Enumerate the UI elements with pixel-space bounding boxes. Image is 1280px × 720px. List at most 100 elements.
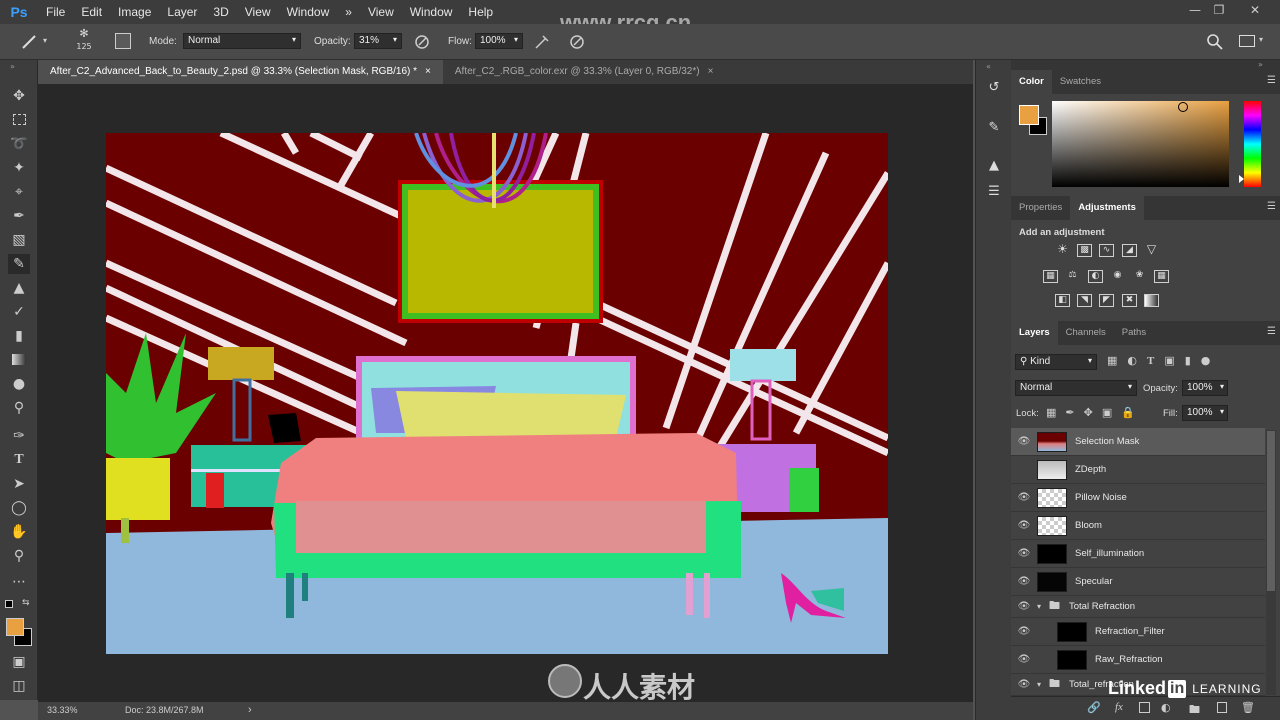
layer-style-icon[interactable]: fx [1115, 701, 1123, 713]
menu-edit[interactable]: Edit [73, 5, 110, 19]
layer-row-self-illumination[interactable]: 👁 Self_illumination [1011, 540, 1265, 568]
menu-3d[interactable]: 3D [205, 5, 236, 19]
tab-adjustments[interactable]: Adjustments [1070, 196, 1144, 220]
eraser-icon[interactable]: ▮ [8, 326, 30, 346]
layer-row-specular[interactable]: 👁 Specular [1011, 568, 1265, 596]
menu-help[interactable]: Help [460, 5, 501, 19]
hue-slider-handle[interactable] [1239, 175, 1244, 183]
chevron-down-icon[interactable]: ▾ [1259, 35, 1263, 44]
move-tool-icon[interactable]: ✥ [8, 86, 30, 106]
close-icon[interactable]: ✕ [1246, 3, 1264, 21]
menu-overflow[interactable]: » [337, 5, 360, 19]
hue-saturation-icon[interactable]: ▦ [1043, 270, 1058, 283]
menu-file[interactable]: File [38, 5, 73, 19]
chevron-down-icon[interactable]: ▾ [1037, 680, 1049, 689]
panel-menu-icon[interactable]: ☰ [1267, 326, 1276, 337]
layer-filter-icons[interactable]: ▦◐T▣▮● [1107, 354, 1220, 367]
zoom-level[interactable]: 33.33% [47, 705, 78, 715]
path-selection-icon[interactable]: ➤ [8, 474, 30, 494]
blend-mode-select[interactable]: Normal ▾ [1015, 380, 1137, 396]
menu-image[interactable]: Image [110, 5, 159, 19]
tab-paths[interactable]: Paths [1114, 321, 1154, 345]
close-icon[interactable]: × [425, 60, 431, 84]
brush-tool-icon[interactable]: ✎ [8, 254, 30, 274]
default-colors-icon[interactable] [5, 600, 13, 608]
layer-row-zdepth[interactable]: ZDepth [1011, 456, 1265, 484]
marquee-tool-icon[interactable] [8, 110, 30, 130]
tab-properties[interactable]: Properties [1011, 196, 1070, 220]
tab-second-document[interactable]: After_C2_.RGB_color.exr @ 33.3% (Layer 0… [443, 60, 726, 84]
gradient-tool-icon[interactable] [8, 350, 30, 370]
crop-tool-icon[interactable]: ⌖ [8, 182, 30, 202]
restore-icon[interactable]: ❐ [1210, 3, 1228, 21]
levels-icon[interactable]: ▩ [1077, 244, 1092, 257]
invert-icon[interactable]: ◧ [1055, 294, 1070, 307]
eyedropper-icon[interactable]: ✒ [8, 206, 30, 226]
clone-stamp-icon[interactable]: ▲ [8, 278, 30, 298]
brush-preset-icon[interactable]: ✻ [74, 27, 94, 41]
pressure-size-icon[interactable] [568, 33, 586, 51]
quick-mask-icon[interactable]: ▣ [8, 652, 30, 672]
fill-field[interactable]: 100% ▾ [1182, 405, 1228, 421]
opacity-field[interactable]: 31% ▾ [354, 33, 402, 49]
add-mask-icon[interactable] [1139, 702, 1150, 713]
brush-panel-icon[interactable] [115, 33, 131, 49]
lasso-tool-icon[interactable]: ➰ [8, 134, 30, 154]
swap-colors-icon[interactable]: ⇆ [22, 598, 30, 608]
airbrush-icon[interactable] [533, 33, 551, 51]
eye-icon[interactable]: 👁 [1011, 601, 1037, 612]
posterize-icon[interactable]: ◥ [1077, 294, 1092, 307]
chevron-down-icon[interactable]: ▾ [43, 36, 47, 45]
flow-field[interactable]: 100% ▾ [475, 33, 523, 49]
lock-icons[interactable]: ▦✒✥▣🔒 [1046, 406, 1144, 419]
vibrance-icon[interactable]: ▽ [1144, 243, 1159, 257]
color-lookup-icon[interactable]: ▦ [1154, 270, 1169, 283]
ellipse-tool-icon[interactable]: ◯ [8, 498, 30, 518]
status-menu-arrow[interactable]: › [248, 704, 252, 716]
link-layers-icon[interactable]: 🔗 [1087, 701, 1101, 714]
layer-row-pillow-noise[interactable]: 👁 Pillow Noise [1011, 484, 1265, 512]
eye-icon[interactable]: 👁 [1011, 492, 1037, 503]
new-group-icon[interactable]: 🖿 [1189, 701, 1200, 720]
brush-settings-icon[interactable]: ✎ [984, 120, 1004, 140]
threshold-icon[interactable]: ◤ [1099, 294, 1114, 307]
tab-swatches[interactable]: Swatches [1052, 70, 1109, 94]
search-icon[interactable] [1206, 33, 1224, 51]
exposure-icon[interactable]: ◢ [1122, 244, 1137, 257]
layer-filter-select[interactable]: ⚲ Kind ▾ [1015, 354, 1097, 370]
canvas-area[interactable]: 人人素材 [38, 84, 973, 704]
layer-row-refraction-filter[interactable]: 👁 Refraction_Filter [1011, 618, 1265, 646]
zoom-tool-icon[interactable]: ⚲ [8, 546, 30, 566]
layers-scrollbar[interactable] [1266, 430, 1276, 695]
layer-row-selection-mask[interactable]: 👁 Selection Mask [1011, 428, 1265, 456]
close-icon[interactable]: × [708, 60, 714, 84]
history-brush-icon[interactable]: ✓ [8, 302, 30, 322]
eye-icon[interactable]: 👁 [1011, 436, 1037, 447]
new-layer-icon[interactable] [1217, 702, 1227, 713]
magic-wand-icon[interactable]: ✦ [8, 158, 30, 178]
tab-layers[interactable]: Layers [1011, 321, 1058, 345]
black-white-icon[interactable]: ◐ [1088, 270, 1103, 283]
dodge-tool-icon[interactable]: ⚲ [8, 398, 30, 418]
tab-active-document[interactable]: After_C2_Advanced_Back_to_Beauty_2.psd @… [38, 60, 443, 84]
layer-row-raw-refraction[interactable]: 👁 Raw_Refraction [1011, 646, 1265, 674]
collapse-icon[interactable]: « [986, 62, 991, 71]
eye-icon[interactable]: 👁 [1011, 654, 1037, 665]
panel-menu-icon[interactable]: ☰ [1267, 75, 1276, 86]
scrollbar-thumb[interactable] [1267, 431, 1275, 591]
foreground-color-swatch[interactable] [6, 618, 24, 636]
eye-icon[interactable]: 👁 [1011, 626, 1037, 637]
document-canvas[interactable] [106, 133, 888, 654]
tab-channels[interactable]: Channels [1058, 321, 1114, 345]
properties-icon[interactable]: ☰ [984, 184, 1004, 204]
gradient-map-icon[interactable] [1144, 294, 1159, 307]
layer-opacity-field[interactable]: 100% ▾ [1182, 380, 1228, 396]
mode-select[interactable]: Normal ▾ [183, 33, 301, 49]
photo-filter-icon[interactable]: ◉ [1110, 270, 1125, 283]
healing-brush-icon[interactable]: ▧ [8, 230, 30, 250]
eye-icon[interactable]: 👁 [1011, 548, 1037, 559]
color-picker-cursor[interactable] [1178, 102, 1188, 112]
brush-tool-icon[interactable] [20, 34, 38, 50]
clone-source-icon[interactable]: ▲ [984, 158, 1004, 178]
collapse-icon[interactable]: » [10, 62, 15, 71]
